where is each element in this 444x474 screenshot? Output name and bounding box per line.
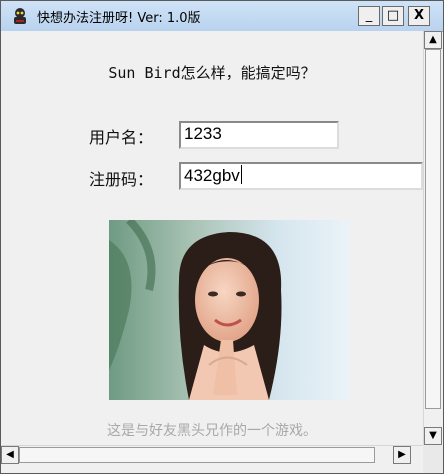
close-button[interactable]: X [408,6,430,26]
scroll-down-button[interactable]: ▼ [424,427,442,445]
scroll-up-button[interactable]: ▲ [424,31,442,49]
footer-text: 这是与好友黑头兄作的一个游戏。 [107,423,317,439]
username-label: 用户名： [89,128,154,147]
app-window: 快想办法注册呀! Ver: 1.0版 _ □ X Sun Bird怎么样，能搞定… [0,0,444,474]
text-caret [240,165,242,184]
title-bar[interactable]: 快想办法注册呀! Ver: 1.0版 _ □ X [1,1,443,32]
window-title: 快想办法注册呀! Ver: 1.0版 [37,11,201,26]
regcode-label: 注册码： [89,170,154,189]
portrait-photo [109,220,349,400]
app-icon [14,8,26,24]
vertical-scroll-thumb[interactable] [425,49,441,409]
horizontal-scroll-thumb[interactable] [19,447,375,463]
scroll-left-button[interactable]: ◀ [1,446,19,464]
username-value: 1233 [184,124,222,143]
minimize-button[interactable]: _ [358,6,380,26]
scroll-right-button[interactable]: ▶ [393,446,411,464]
vertical-scrollbar[interactable]: ▲ ▼ [423,31,442,445]
username-input[interactable]: 1233 [179,121,339,149]
scrollbar-corner [423,445,443,473]
question-text: Sun Bird怎么样，能搞定吗？ [108,64,316,82]
horizontal-scrollbar[interactable]: ◀ ▶ [1,445,423,464]
maximize-button[interactable]: □ [382,6,404,26]
client-area: Sun Bird怎么样，能搞定吗？ 用户名： 1233 注册码： 432gbv [1,31,423,445]
regcode-input[interactable]: 432gbv [179,162,423,190]
regcode-value: 432gbv [184,166,240,185]
